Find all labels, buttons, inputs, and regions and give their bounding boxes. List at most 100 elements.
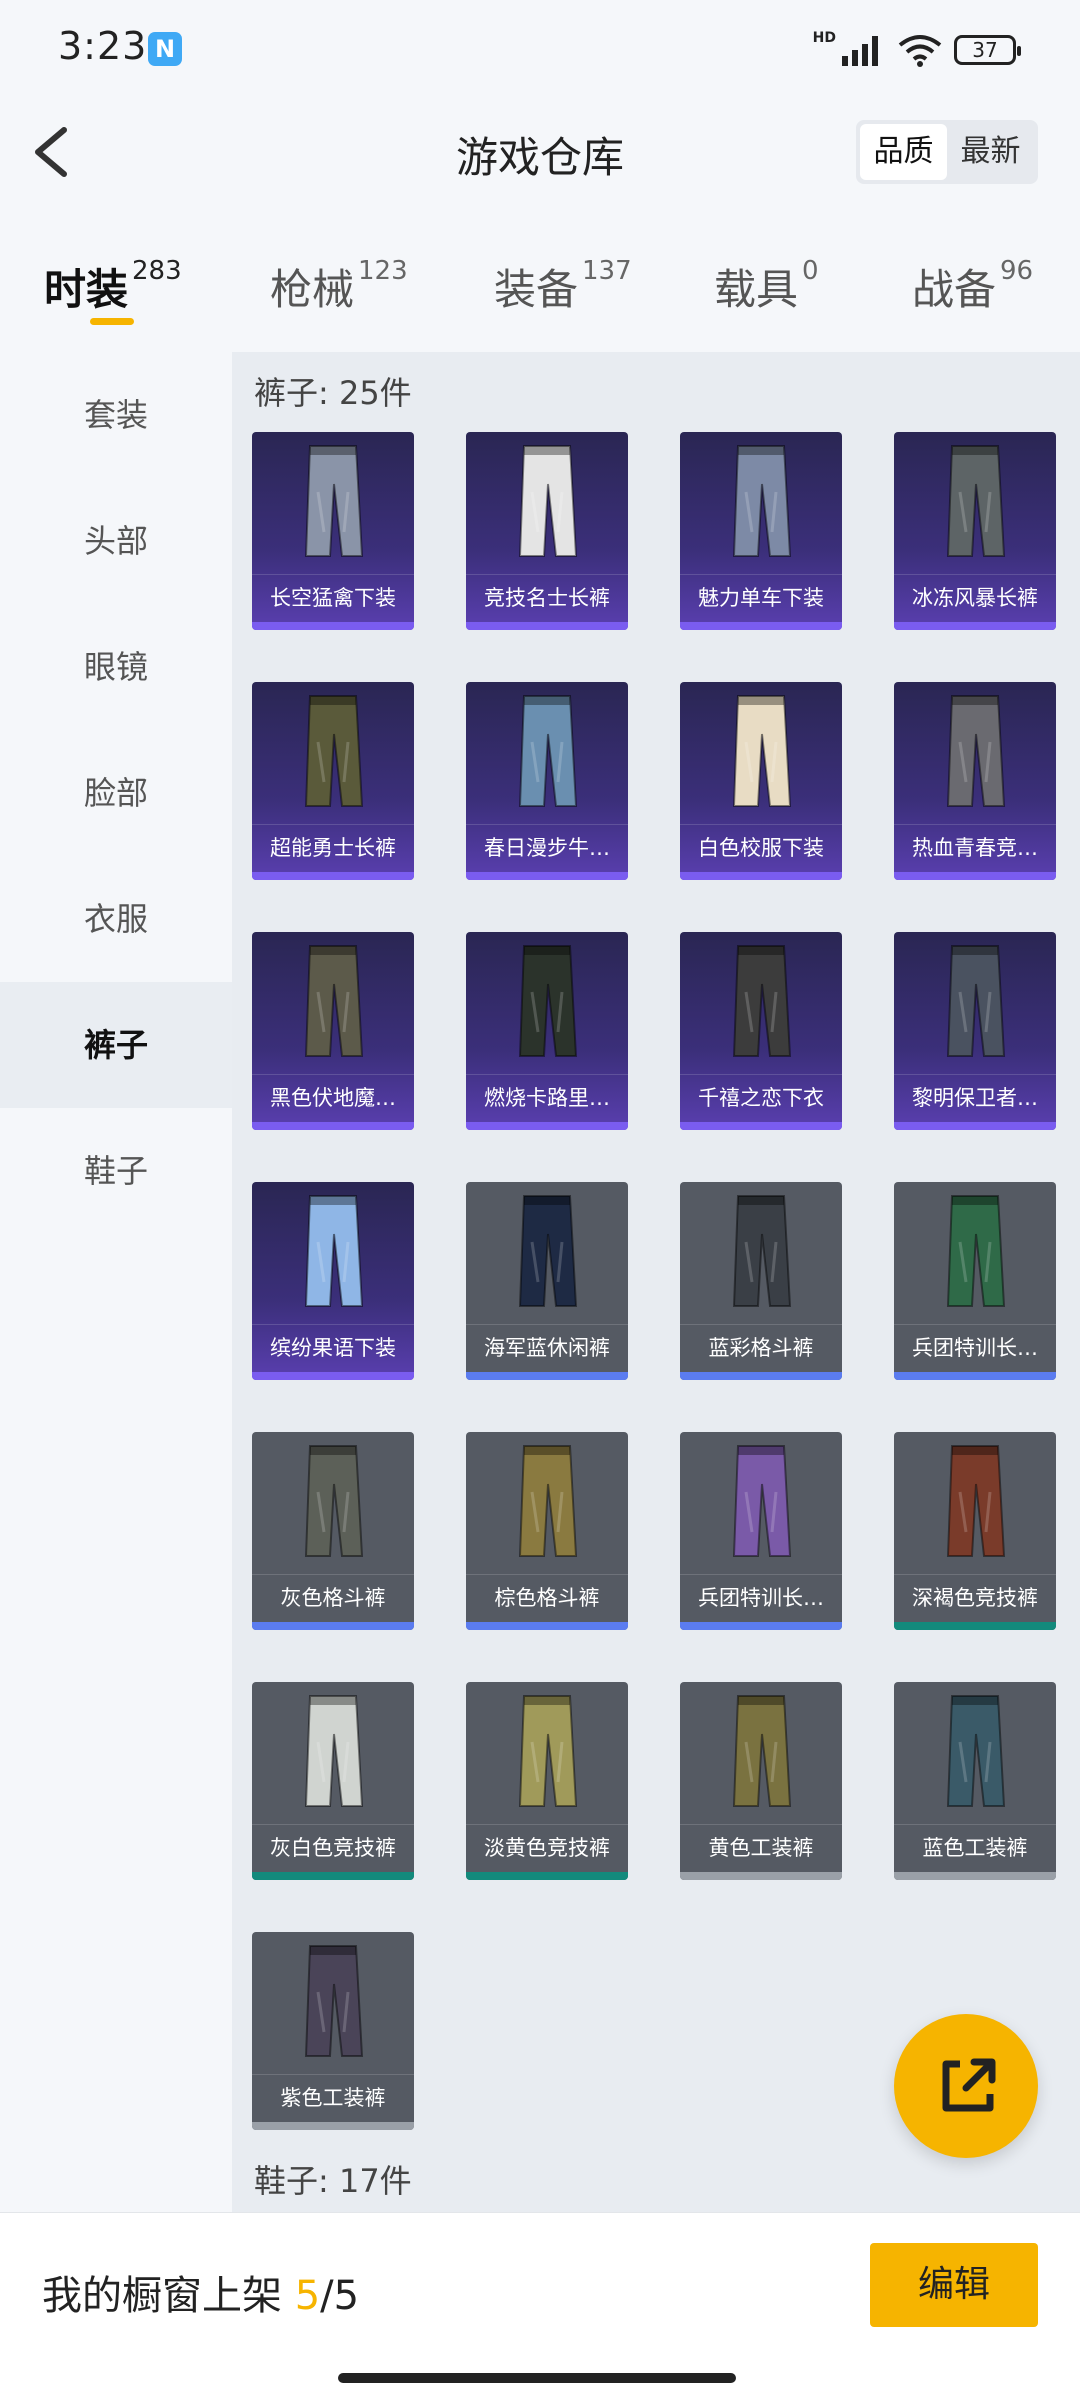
item-card[interactable]: 燃烧卡路里… [466, 932, 628, 1130]
rarity-bar [252, 2122, 414, 2130]
sidebar-item-set[interactable]: 套装 [0, 352, 232, 478]
tab-supplies[interactable]: 战备 96 [912, 256, 1033, 317]
pants-icon [946, 445, 1006, 557]
item-card[interactable]: 紫色工装裤 [252, 1932, 414, 2130]
sort-option-latest[interactable]: 最新 [947, 124, 1034, 180]
item-name: 紫色工装裤 [252, 2074, 414, 2120]
showcase-current: 5 [294, 2273, 321, 2319]
tab-fashion[interactable]: 时装 283 [44, 256, 182, 317]
pants-icon [304, 945, 364, 1057]
pants-icon [732, 695, 792, 807]
item-card[interactable]: 黑色伏地魔… [252, 932, 414, 1130]
item-card[interactable]: 兵团特训长… [894, 1182, 1056, 1380]
rarity-bar [252, 1122, 414, 1130]
rarity-bar [252, 1622, 414, 1630]
home-indicator[interactable] [338, 2373, 736, 2383]
tab-label: 枪械 [270, 265, 355, 314]
tab-guns[interactable]: 枪械 123 [270, 256, 408, 317]
tab-count: 283 [132, 256, 182, 286]
sidebar-item-pants[interactable]: 裤子 [0, 982, 232, 1108]
item-card[interactable]: 白色校服下装 [680, 682, 842, 880]
pants-icon [518, 1695, 578, 1807]
item-card[interactable]: 黄色工装裤 [680, 1682, 842, 1880]
rarity-bar [680, 1872, 842, 1880]
item-card[interactable]: 蓝彩格斗裤 [680, 1182, 842, 1380]
next-section-title: 鞋子: 17件 [254, 2162, 412, 2200]
tab-label: 时装 [44, 265, 129, 314]
rarity-bar [894, 872, 1056, 880]
rarity-bar [252, 1872, 414, 1880]
pants-icon [518, 1445, 578, 1557]
pants-icon [732, 445, 792, 557]
pants-icon [732, 1195, 792, 1307]
share-button[interactable] [894, 2014, 1038, 2158]
item-name: 魅力单车下装 [680, 574, 842, 620]
sidebar-item-glasses[interactable]: 眼镜 [0, 604, 232, 730]
edit-button[interactable]: 编辑 [870, 2243, 1038, 2327]
item-name: 深褐色竞技裤 [894, 1574, 1056, 1620]
hd-label: HD [812, 30, 836, 46]
pants-icon [304, 445, 364, 557]
sidebar-item-shoes[interactable]: 鞋子 [0, 1108, 232, 1234]
rarity-bar [894, 1622, 1056, 1630]
item-card[interactable]: 魅力单车下装 [680, 432, 842, 630]
rarity-bar [894, 622, 1056, 630]
pants-icon [304, 1445, 364, 1557]
pants-icon [946, 695, 1006, 807]
rarity-bar [466, 1622, 628, 1630]
pants-icon [518, 1195, 578, 1307]
rarity-bar [466, 1872, 628, 1880]
item-card[interactable]: 超能勇士长裤 [252, 682, 414, 880]
item-card[interactable]: 淡黄色竞技裤 [466, 1682, 628, 1880]
item-card[interactable]: 千禧之恋下衣 [680, 932, 842, 1130]
item-card[interactable]: 黎明保卫者… [894, 932, 1056, 1130]
tab-vehicles[interactable]: 载具 0 [714, 256, 819, 317]
item-card[interactable]: 缤纷果语下装 [252, 1182, 414, 1380]
pants-icon [946, 1695, 1006, 1807]
status-time: 3:23 [58, 24, 148, 68]
item-card[interactable]: 热血青春竞… [894, 682, 1056, 880]
pants-icon [946, 1445, 1006, 1557]
item-name: 兵团特训长… [894, 1324, 1056, 1370]
tab-label: 装备 [494, 265, 579, 314]
item-name: 竞技名士长裤 [466, 574, 628, 620]
item-card[interactable]: 海军蓝休闲裤 [466, 1182, 628, 1380]
item-card[interactable]: 冰冻风暴长裤 [894, 432, 1056, 630]
item-card[interactable]: 棕色格斗裤 [466, 1432, 628, 1630]
item-card[interactable]: 深褐色竞技裤 [894, 1432, 1056, 1630]
item-card[interactable]: 兵团特训长… [680, 1432, 842, 1630]
showcase-count: 我的橱窗上架 5/5 [42, 2263, 359, 2321]
rarity-bar [680, 1622, 842, 1630]
item-name: 蓝彩格斗裤 [680, 1324, 842, 1370]
sidebar-item-head[interactable]: 头部 [0, 478, 232, 604]
header: 游戏仓库 品质 最新 [0, 100, 1080, 204]
item-card[interactable]: 竞技名士长裤 [466, 432, 628, 630]
item-card[interactable]: 蓝色工装裤 [894, 1682, 1056, 1880]
item-card[interactable]: 春日漫步牛… [466, 682, 628, 880]
item-name: 缤纷果语下装 [252, 1324, 414, 1370]
pants-icon [304, 1195, 364, 1307]
item-name: 淡黄色竞技裤 [466, 1824, 628, 1870]
rarity-bar [680, 622, 842, 630]
sidebar: 套装 头部 眼镜 脸部 衣服 裤子 鞋子 [0, 352, 232, 2212]
rarity-bar [680, 1122, 842, 1130]
item-card[interactable]: 灰白色竞技裤 [252, 1682, 414, 1880]
pants-icon [304, 695, 364, 807]
tab-equipment[interactable]: 装备 137 [494, 256, 632, 317]
item-card[interactable]: 灰色格斗裤 [252, 1432, 414, 1630]
sidebar-item-face[interactable]: 脸部 [0, 730, 232, 856]
item-name: 白色校服下装 [680, 824, 842, 870]
sort-toggle: 品质 最新 [856, 120, 1038, 184]
showcase-label: 我的橱窗上架 [42, 2273, 282, 2319]
item-name: 灰色格斗裤 [252, 1574, 414, 1620]
item-name: 黎明保卫者… [894, 1074, 1056, 1120]
sort-option-quality[interactable]: 品质 [860, 124, 947, 180]
section-title: 裤子: 25件 [254, 374, 412, 412]
category-tabs: 时装 283 枪械 123 装备 137 载具 0 战备 96 [0, 238, 1080, 338]
tab-count: 137 [582, 256, 632, 286]
sidebar-item-clothes[interactable]: 衣服 [0, 856, 232, 982]
item-name: 蓝色工装裤 [894, 1824, 1056, 1870]
nfc-icon: N [148, 32, 182, 66]
pants-icon [518, 945, 578, 1057]
item-card[interactable]: 长空猛禽下装 [252, 432, 414, 630]
